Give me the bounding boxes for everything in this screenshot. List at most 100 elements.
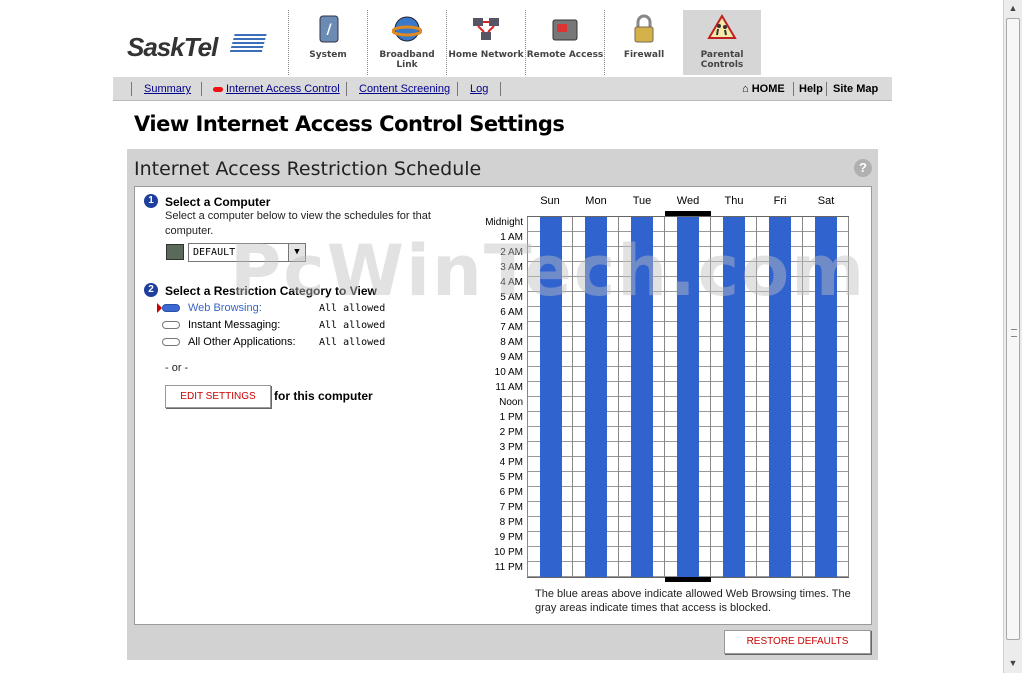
sub-navigation: Summary Internet Access Control Content … — [113, 77, 892, 101]
category-toggle-icon — [162, 321, 180, 329]
scroll-down-icon[interactable]: ▼ — [1007, 657, 1019, 669]
hour-label: 1 AM — [500, 232, 523, 243]
select-computer-desc-2: computer. — [165, 225, 214, 237]
schedule-grid-cells — [527, 216, 849, 578]
hour-label: 4 PM — [499, 457, 523, 468]
day-label-mon: Mon — [585, 195, 607, 207]
vertical-scrollbar[interactable]: ▲ ▼ — [1003, 0, 1022, 673]
logo-stripes-icon — [229, 34, 267, 54]
hour-label: Noon — [499, 397, 523, 408]
svg-text:/: / — [326, 22, 332, 38]
hour-label: Midnight — [485, 217, 523, 228]
warning-sign-icon — [707, 14, 737, 39]
scroll-thumb[interactable] — [1006, 18, 1020, 640]
main-nav: / System Broadband Link Home Network Rem… — [288, 10, 761, 75]
hour-label: 2 AM — [500, 247, 523, 258]
subnav-internet-access-control[interactable]: Internet Access Control — [213, 83, 340, 95]
allowed-time-bar — [815, 217, 837, 577]
category-toggle-icon — [162, 304, 180, 312]
panel-body: 1 Select a Computer Select a computer be… — [134, 186, 872, 625]
day-label-thu: Thu — [724, 195, 744, 207]
subnav-log[interactable]: Log — [470, 83, 488, 95]
day-column-tue[interactable] — [619, 217, 665, 577]
current-day-marker — [665, 211, 711, 216]
current-day-marker — [665, 577, 711, 582]
edit-settings-button[interactable]: EDIT SETTINGS — [165, 385, 271, 408]
hour-label: 7 AM — [500, 322, 523, 333]
hour-label: 1 PM — [499, 412, 523, 423]
nav-firewall[interactable]: Firewall — [604, 10, 683, 75]
hour-label: 3 PM — [499, 442, 523, 453]
day-column-wed[interactable] — [665, 217, 711, 577]
nav-remote-access[interactable]: Remote Access — [525, 10, 604, 75]
hour-label: 8 AM — [500, 337, 523, 348]
remote-access-icon — [552, 19, 578, 41]
category-toggle-icon — [162, 338, 180, 346]
day-column-fri[interactable] — [757, 217, 803, 577]
day-column-mon[interactable] — [573, 217, 619, 577]
allowed-time-bar — [723, 217, 745, 577]
day-label-fri: Fri — [773, 195, 787, 207]
hour-label: 7 PM — [499, 502, 523, 513]
hour-label: 6 AM — [500, 307, 523, 318]
allowed-time-bar — [677, 217, 699, 577]
edit-suffix-text: for this computer — [274, 389, 373, 403]
padlock-icon — [634, 14, 654, 43]
hour-label: 10 PM — [494, 547, 523, 558]
day-column-thu[interactable] — [711, 217, 757, 577]
home-link[interactable]: ⌂ HOME — [742, 83, 785, 95]
select-computer-title: Select a Computer — [165, 195, 271, 209]
hour-label: 9 AM — [500, 352, 523, 363]
nav-home-network[interactable]: Home Network — [446, 10, 525, 75]
scroll-up-icon[interactable]: ▲ — [1007, 2, 1019, 14]
hour-label: 4 AM — [500, 277, 523, 288]
hour-label: 11 AM — [495, 382, 523, 393]
page-title: View Internet Access Control Settings — [134, 112, 565, 136]
chevron-down-icon[interactable]: ▼ — [288, 244, 305, 261]
select-computer-desc: Select a computer below to view the sche… — [165, 210, 431, 222]
restriction-category-title: Select a Restriction Category to View — [165, 284, 377, 298]
allowed-time-bar — [540, 217, 562, 577]
allowed-time-bar — [769, 217, 791, 577]
nav-broadband-link[interactable]: Broadband Link — [367, 10, 446, 75]
day-column-sat[interactable] — [803, 217, 849, 577]
globe-icon — [392, 16, 422, 42]
help-icon[interactable]: ? — [854, 159, 872, 177]
subnav-summary[interactable]: Summary — [144, 83, 191, 95]
selected-marker-icon — [213, 86, 223, 92]
hour-label: 2 PM — [499, 427, 523, 438]
hour-label: 11 PM — [494, 562, 523, 573]
system-icon: / — [319, 15, 339, 43]
day-label-wed: Wed — [676, 195, 700, 207]
step-1-badge: 1 — [144, 194, 158, 208]
subnav-content-screening[interactable]: Content Screening — [359, 83, 450, 95]
day-column-sun[interactable] — [527, 217, 573, 577]
network-icon — [473, 18, 499, 40]
home-icon: ⌂ — [742, 83, 749, 95]
hour-label: 9 PM — [499, 532, 523, 543]
help-link[interactable]: Help — [799, 83, 823, 95]
panel-title: Internet Access Restriction Schedule — [134, 158, 482, 180]
site-map-link[interactable]: Site Map — [833, 83, 878, 95]
hour-label: 10 AM — [494, 367, 523, 378]
day-label-sun: Sun — [540, 195, 560, 207]
legend-note: The blue areas above indicate allowed We… — [535, 588, 851, 614]
day-label-sat: Sat — [817, 195, 835, 207]
nav-system[interactable]: / System — [288, 10, 367, 75]
allowed-time-bar — [631, 217, 653, 577]
restore-defaults-button[interactable]: RESTORE DEFAULTS — [724, 630, 871, 654]
hour-label: 5 PM — [499, 472, 523, 483]
computer-icon — [166, 244, 184, 260]
hour-label: 3 AM — [500, 262, 523, 273]
day-label-tue: Tue — [632, 195, 652, 207]
hour-label: 6 PM — [499, 487, 523, 498]
computer-select[interactable]: DEFAULT ▼ — [188, 243, 306, 262]
schedule-panel: Internet Access Restriction Schedule ? 1… — [127, 149, 878, 660]
allowed-time-bar — [585, 217, 607, 577]
hour-label: 8 PM — [499, 517, 523, 528]
sasktel-logo: SaskTel — [127, 32, 218, 62]
step-2-badge: 2 — [144, 283, 158, 297]
or-separator: - or - — [165, 362, 189, 374]
nav-parental-controls[interactable]: Parental Controls — [683, 10, 761, 75]
hour-label: 5 AM — [500, 292, 523, 303]
